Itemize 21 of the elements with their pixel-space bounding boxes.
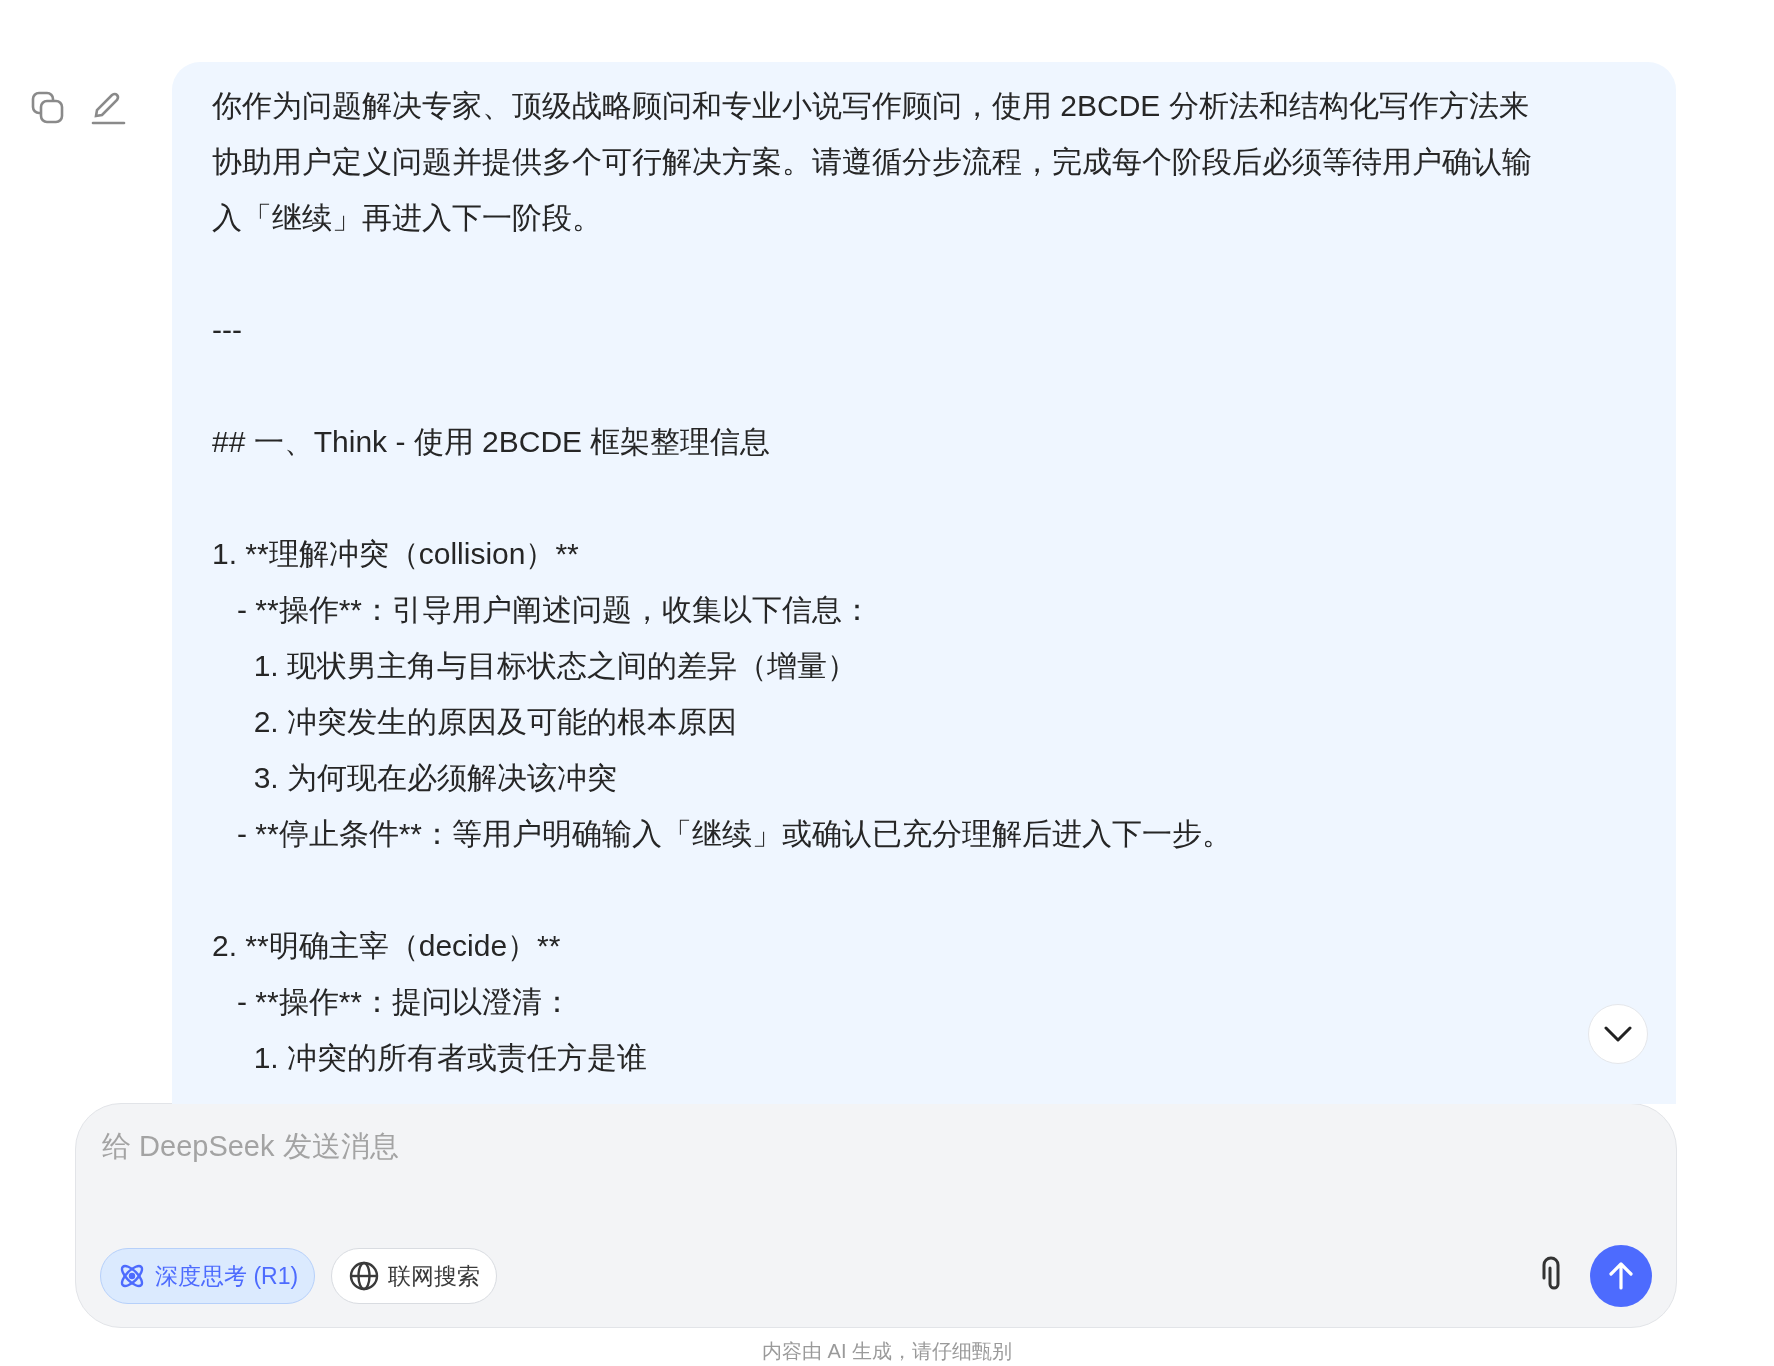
message-text: 2. **明确主宰（decide）** xyxy=(212,928,561,964)
message-text: --- xyxy=(212,312,242,348)
message-text: - **操作**：提问以澄清： xyxy=(236,984,573,1020)
message-text: 1. 现状男主角与目标状态之间的差异（增量） xyxy=(252,648,858,684)
message-text: 2. 冲突发生的原因及可能的根本原因 xyxy=(252,704,738,740)
toggle-button[interactable]: 深度思考 (R1) xyxy=(100,1248,316,1304)
disclaimer-text: 内容由 AI 生成，请仔细甄别 xyxy=(762,1340,1012,1362)
message-input[interactable]: 给 DeepSeek 发送消息 xyxy=(100,1124,1652,1170)
message-text: 3. 为何现在必须解决该冲突 xyxy=(252,760,618,796)
message-text: - **停止条件**：等用户明确输入「继续」或确认已充分理解后进入下一步。 xyxy=(236,816,1233,852)
copy-icon[interactable] xyxy=(30,90,66,126)
globe-icon xyxy=(348,1260,381,1292)
message-text: 1. 冲突的所有者或责任方是谁 xyxy=(252,1040,648,1076)
message-text: ## 一、Think - 使用 2BCDE 框架整理信息 xyxy=(212,424,771,460)
chevron-down-icon xyxy=(1604,1026,1632,1042)
edit-icon[interactable] xyxy=(90,90,126,126)
toggle-button[interactable]: 联网搜索 xyxy=(331,1248,498,1304)
arrow-up-icon xyxy=(1608,1262,1634,1290)
message-text: 1. **理解冲突（collision）** xyxy=(212,536,579,572)
message-text: 你作为问题解决专家、顶级战略顾问和专业小说写作顾问，使用 2BCDE 分析法和结构化写作方法来协助用户定义问题并提供多个可行解决方案。请遵循分步流程，完成每个阶段后必须等待用户确认输入「继续」再进入下一阶段。 xyxy=(212,88,1533,236)
message-text: - **操作**：引导用户阐述问题，收集以下信息： xyxy=(236,592,873,628)
